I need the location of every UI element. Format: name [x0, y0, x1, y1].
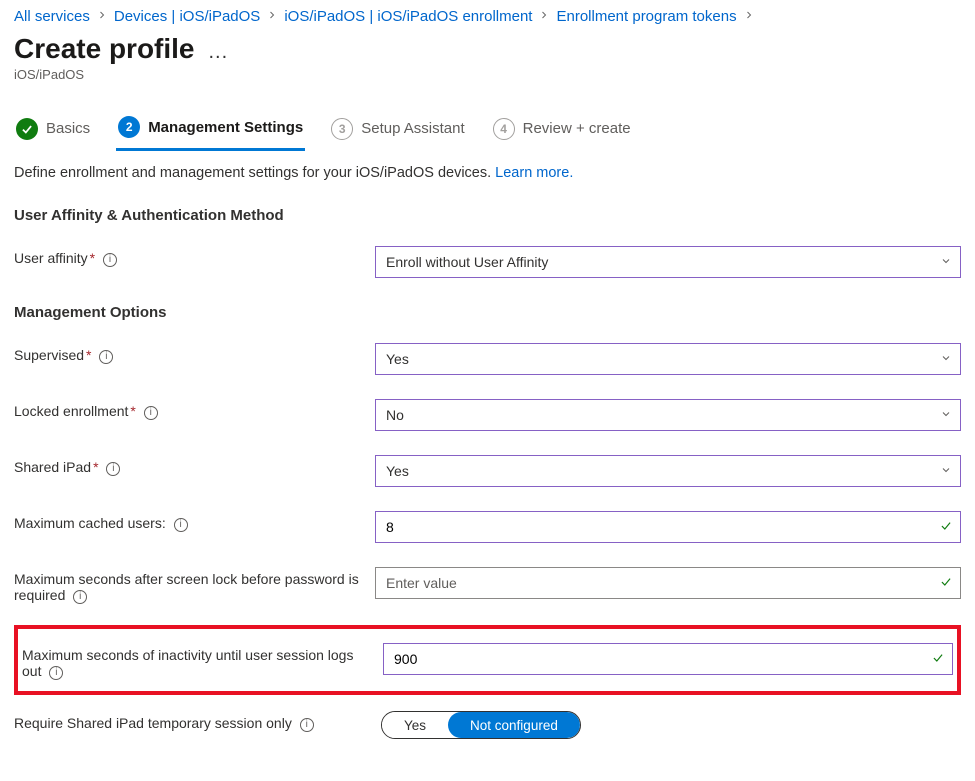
breadcrumb-link-tokens[interactable]: Enrollment program tokens	[556, 8, 736, 25]
step-number-icon: 2	[118, 116, 140, 138]
more-button[interactable]: ...	[209, 36, 229, 62]
tab-management-settings[interactable]: 2 Management Settings	[116, 110, 305, 151]
info-icon[interactable]: i	[49, 666, 63, 680]
user-affinity-select[interactable]: Enroll without User Affinity	[375, 246, 961, 278]
temp-session-toggle[interactable]: Yes Not configured	[381, 711, 581, 739]
label-supervised: Supervised* i	[14, 343, 359, 365]
info-icon[interactable]: i	[300, 718, 314, 732]
max-seconds-lock-input[interactable]	[375, 567, 961, 599]
wizard-tabs: Basics 2 Management Settings 3 Setup Ass…	[14, 110, 961, 151]
shared-ipad-select[interactable]: Yes	[375, 455, 961, 487]
tab-setup-assistant[interactable]: 3 Setup Assistant	[329, 112, 466, 150]
highlighted-field-row: Maximum seconds of inactivity until user…	[14, 625, 961, 695]
step-number-icon: 3	[331, 118, 353, 140]
breadcrumb-link-all-services[interactable]: All services	[14, 8, 90, 25]
label-max-inactivity: Maximum seconds of inactivity until user…	[22, 643, 367, 681]
section-header-mgmt: Management Options	[14, 304, 961, 321]
page-title: Create profile	[14, 33, 195, 65]
check-icon	[931, 651, 945, 668]
select-value: No	[386, 407, 404, 423]
label-user-affinity: User affinity* i	[14, 246, 359, 268]
chevron-right-icon	[96, 9, 108, 24]
tab-basics[interactable]: Basics	[14, 112, 92, 150]
label-shared-ipad: Shared iPad* i	[14, 455, 359, 477]
max-inactivity-input[interactable]	[383, 643, 953, 675]
chevron-right-icon	[266, 9, 278, 24]
chevron-down-icon	[940, 463, 952, 479]
info-icon[interactable]: i	[106, 462, 120, 476]
section-header-auth: User Affinity & Authentication Method	[14, 207, 961, 224]
breadcrumb-link-devices[interactable]: Devices | iOS/iPadOS	[114, 8, 260, 25]
tab-label: Management Settings	[148, 119, 303, 136]
breadcrumb: All services Devices | iOS/iPadOS iOS/iP…	[14, 8, 961, 25]
tab-label: Setup Assistant	[361, 120, 464, 137]
info-icon[interactable]: i	[103, 253, 117, 267]
select-value: Yes	[386, 351, 409, 367]
breadcrumb-link-enrollment[interactable]: iOS/iPadOS | iOS/iPadOS enrollment	[284, 8, 532, 25]
chevron-right-icon	[538, 9, 550, 24]
chevron-down-icon	[940, 407, 952, 423]
tab-label: Review + create	[523, 120, 631, 137]
check-icon	[16, 118, 38, 140]
select-value: Yes	[386, 463, 409, 479]
info-icon[interactable]: i	[99, 350, 113, 364]
page-subtitle: iOS/iPadOS	[14, 67, 961, 82]
tab-label: Basics	[46, 120, 90, 137]
info-icon[interactable]: i	[174, 518, 188, 532]
toggle-option-not-configured[interactable]: Not configured	[448, 712, 580, 738]
tab-review-create[interactable]: 4 Review + create	[491, 112, 633, 150]
chevron-down-icon	[940, 351, 952, 367]
intro-text-body: Define enrollment and management setting…	[14, 165, 495, 181]
intro-text: Define enrollment and management setting…	[14, 165, 961, 181]
toggle-option-yes[interactable]: Yes	[382, 712, 448, 738]
label-locked-enrollment: Locked enrollment* i	[14, 399, 359, 421]
label-temp-session: Require Shared iPad temporary session on…	[14, 711, 359, 733]
locked-enrollment-select[interactable]: No	[375, 399, 961, 431]
supervised-select[interactable]: Yes	[375, 343, 961, 375]
info-icon[interactable]: i	[73, 590, 87, 604]
step-number-icon: 4	[493, 118, 515, 140]
chevron-right-icon	[743, 9, 755, 24]
learn-more-link[interactable]: Learn more.	[495, 165, 573, 181]
check-icon	[939, 519, 953, 536]
max-cached-users-input[interactable]	[375, 511, 961, 543]
select-value: Enroll without User Affinity	[386, 254, 548, 270]
info-icon[interactable]: i	[144, 406, 158, 420]
chevron-down-icon	[940, 254, 952, 270]
label-max-seconds-lock: Maximum seconds after screen lock before…	[14, 567, 359, 605]
label-max-cached-users: Maximum cached users: i	[14, 511, 359, 533]
check-icon	[939, 575, 953, 592]
